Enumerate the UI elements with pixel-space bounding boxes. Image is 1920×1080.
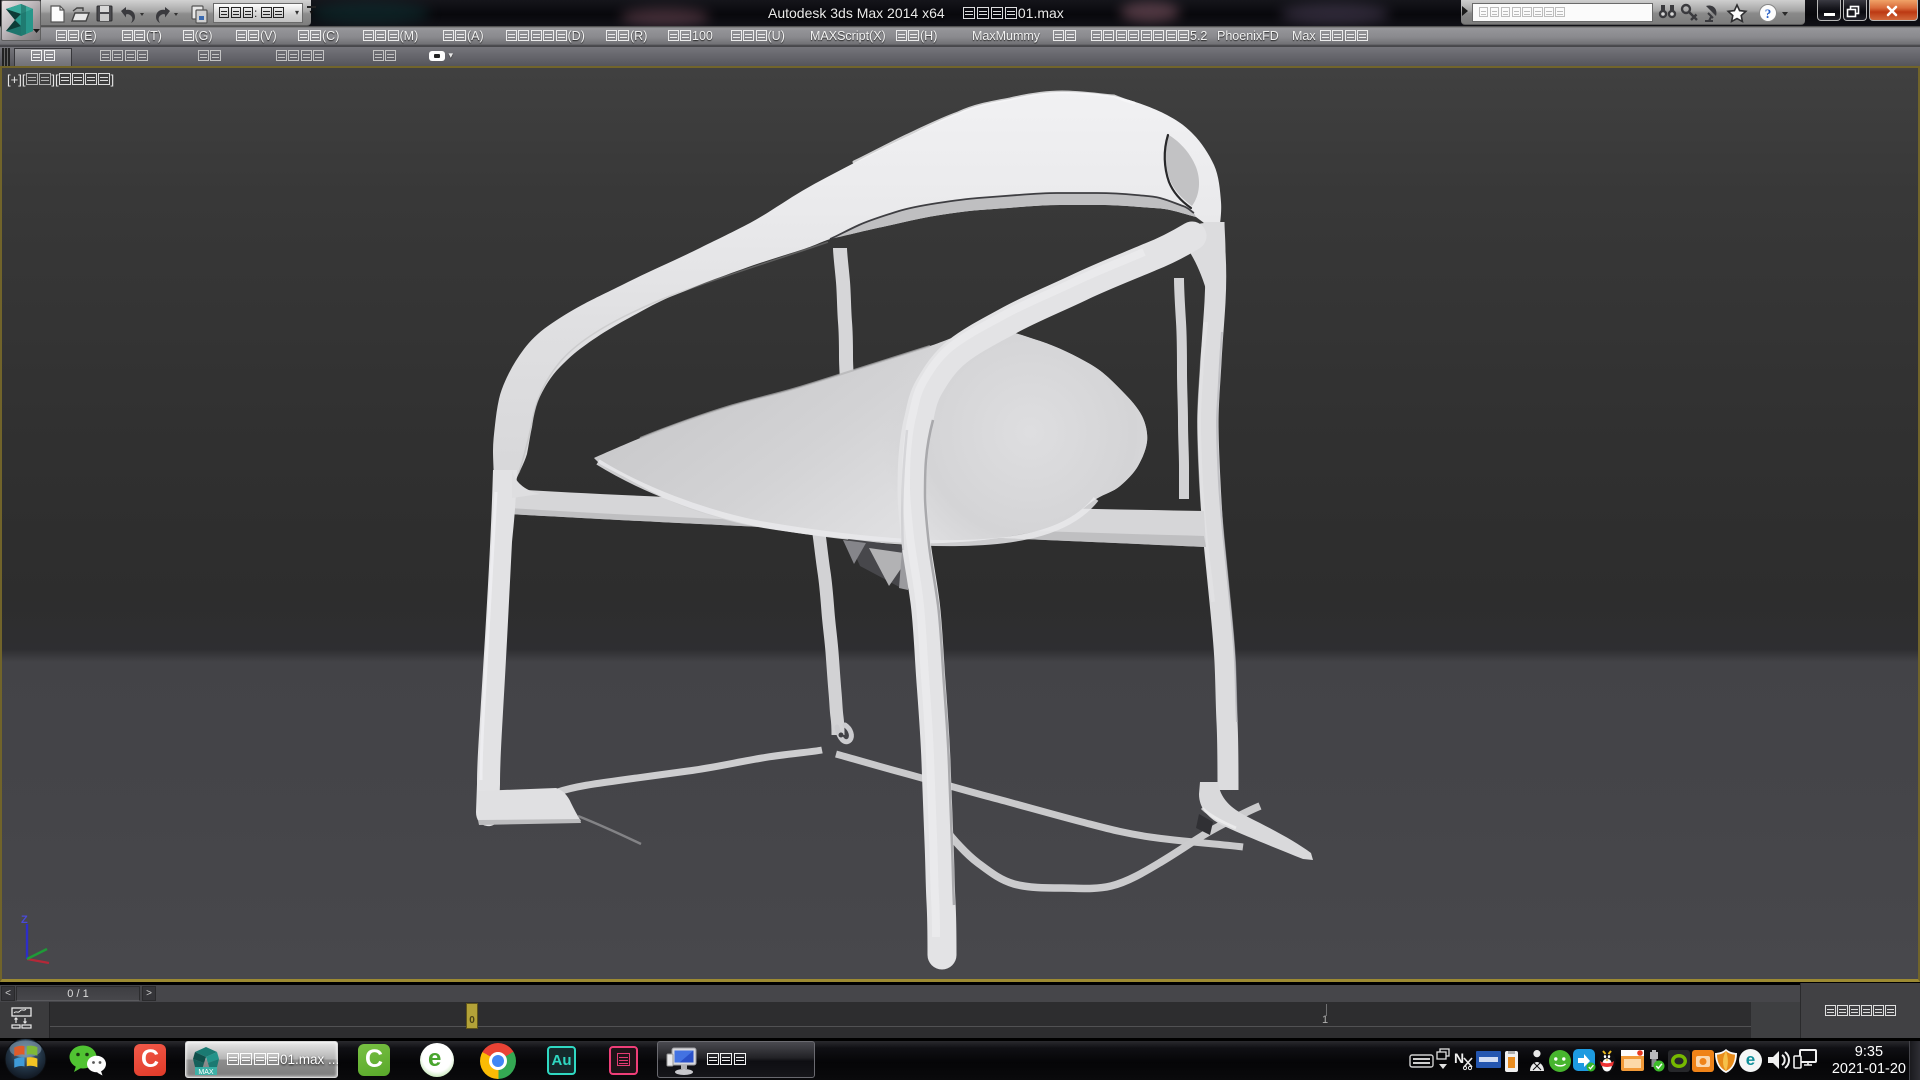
- svg-text:Z: Z: [21, 914, 28, 926]
- svg-text:MAX: MAX: [198, 1069, 214, 1075]
- svg-text:?: ?: [1765, 6, 1772, 21]
- svg-text:N: N: [1454, 1050, 1464, 1066]
